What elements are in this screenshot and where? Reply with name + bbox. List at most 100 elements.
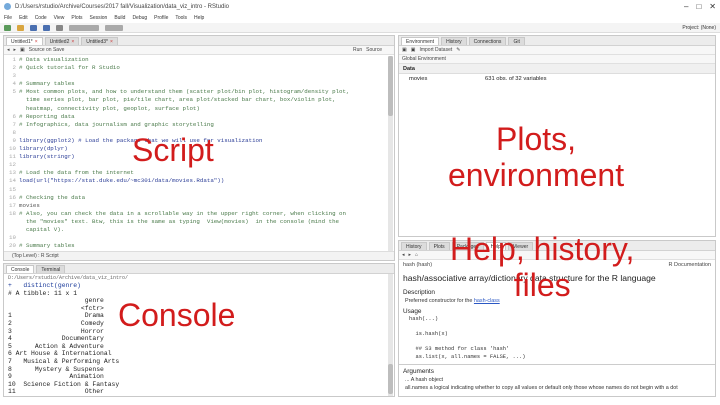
go-to-file-icon[interactable] — [69, 24, 99, 31]
maximize-button[interactable]: □ — [696, 2, 701, 11]
code-text[interactable]: # Load the data from the internet — [19, 169, 134, 177]
addins-icon[interactable] — [105, 24, 123, 31]
code-text[interactable]: # Infographics, data journalism and grap… — [19, 121, 214, 129]
code-text[interactable]: movies — [19, 202, 40, 210]
code-line[interactable]: 5 # Most common plots, and how to underst… — [4, 88, 394, 96]
code-text[interactable]: heatmap, connectivity plot, geoplot, sur… — [19, 105, 200, 113]
env-row-name[interactable]: movies — [403, 76, 485, 82]
menu-profile[interactable]: Profile — [154, 15, 168, 21]
line-number: 5 — [12, 88, 16, 96]
code-text[interactable]: # Reporting data — [19, 113, 75, 121]
console-scrollbar[interactable] — [388, 274, 393, 396]
overlay-label-plots: Plots, environment — [448, 121, 625, 193]
source-on-save-checkbox[interactable]: Source on Save — [29, 47, 65, 53]
code-text[interactable]: load(url("https://stat.duke.edu/~mc301/d… — [19, 177, 224, 185]
tab-environment[interactable]: Environment — [401, 37, 440, 45]
new-file-icon[interactable] — [4, 24, 11, 31]
menu-tools[interactable]: Tools — [175, 15, 187, 21]
code-line[interactable]: 1 # Data visualization — [4, 56, 394, 64]
code-line[interactable]: 7 # Infographics, data journalism and gra… — [4, 121, 394, 129]
minimize-button[interactable]: – — [684, 2, 688, 11]
code-line[interactable]: heatmap, connectivity plot, geoplot, sur… — [4, 105, 394, 113]
code-text[interactable]: # Summary tables — [19, 242, 75, 250]
source-button[interactable]: Source — [366, 47, 382, 53]
close-tab-icon[interactable]: × — [71, 39, 74, 45]
line-number: 18 — [9, 209, 16, 217]
save-workspace-icon[interactable]: ▣ — [411, 47, 416, 53]
code-text[interactable]: # Data visualization — [19, 56, 89, 64]
help-forward-icon[interactable]: ▸ — [409, 252, 412, 258]
code-text[interactable]: time series plot, bar plot, pie/tile cha… — [19, 96, 336, 104]
code-line[interactable]: 20 # Summary tables — [4, 242, 394, 250]
code-line[interactable]: 19 — [4, 234, 394, 242]
tab-plots[interactable]: Plots — [428, 242, 450, 250]
project-menu[interactable]: Project: (None) — [682, 25, 716, 31]
menu-code[interactable]: Code — [35, 15, 47, 21]
tab-untitled2[interactable]: Untitled2 × — [44, 37, 80, 45]
help-usage-code: hash(...) is.hash(x) ## S3 method for cl… — [409, 316, 526, 360]
code-line[interactable]: 3 — [4, 72, 394, 80]
menu-session[interactable]: Session — [90, 15, 108, 21]
broom-icon[interactable]: ✎ — [456, 47, 460, 53]
menu-plots[interactable]: Plots — [71, 15, 82, 21]
tab-git[interactable]: Git — [508, 37, 525, 45]
code-line[interactable]: 18 # Also, you can check the data in a sc… — [4, 210, 394, 218]
env-tab-bar: Environment History Connections Git — [399, 36, 715, 46]
code-text[interactable]: # Quick tutorial for R Studio — [19, 64, 120, 72]
title-bar: D:/Users/rstudio/Archive/Courses/2017 fa… — [0, 0, 720, 13]
code-line[interactable]: 13 # Load the data from the internet — [4, 169, 394, 177]
menu-help[interactable]: Help — [194, 15, 204, 21]
tab-connections[interactable]: Connections — [468, 37, 507, 45]
code-line[interactable]: 6 # Reporting data — [4, 113, 394, 121]
tab-history[interactable]: History — [441, 37, 467, 45]
tab-terminal[interactable]: Terminal — [36, 265, 66, 273]
run-button[interactable]: Run — [353, 47, 362, 53]
code-text[interactable]: # Most common plots, and how to understa… — [19, 88, 349, 96]
code-line[interactable]: 14 load(url("https://stat.duke.edu/~mc301… — [4, 177, 394, 185]
script-scrollbar[interactable] — [388, 56, 393, 251]
import-dataset-button[interactable]: Import Dataset — [419, 47, 452, 53]
code-text[interactable]: # Summary tables — [19, 80, 75, 88]
code-text[interactable]: # Checking the data — [19, 194, 85, 202]
code-text[interactable]: capital V). — [19, 226, 64, 234]
back-arrow-icon[interactable]: ◂ — [7, 47, 10, 53]
open-file-icon[interactable] — [17, 24, 24, 31]
code-line[interactable]: the "movies" text. Btw, this is the same… — [4, 218, 394, 226]
code-line[interactable]: 4 # Summary tables — [4, 80, 394, 88]
global-environment-select[interactable]: Global Environment — [402, 56, 446, 62]
print-icon[interactable] — [56, 24, 63, 31]
menu-debug[interactable]: Debug — [132, 15, 147, 21]
code-line[interactable]: time series plot, bar plot, pie/tile cha… — [4, 96, 394, 104]
code-line[interactable]: 17 movies — [4, 202, 394, 210]
code-text[interactable]: the "movies" text. Btw, this is the same… — [19, 218, 339, 226]
env-row-movies[interactable]: movies 631 obs. of 32 variables — [399, 74, 715, 84]
code-text[interactable]: library(dplyr) — [19, 145, 68, 153]
menu-build[interactable]: Build — [114, 15, 125, 21]
help-home-icon[interactable]: ⌂ — [415, 252, 418, 258]
help-back-icon[interactable]: ◂ — [402, 252, 405, 258]
tab-untitled3[interactable]: Untitled3* × — [81, 37, 118, 45]
line-number: 13 — [9, 169, 16, 177]
save-all-icon[interactable] — [43, 24, 50, 31]
code-text[interactable]: library(stringr) — [19, 153, 75, 161]
code-line[interactable]: 15 — [4, 186, 394, 194]
tab-untitled1[interactable]: Untitled1* × — [6, 37, 43, 45]
code-text[interactable]: # Also, you can check the data in a scro… — [19, 210, 346, 218]
code-line[interactable]: 16 # Checking the data — [4, 194, 394, 202]
save-icon[interactable] — [30, 24, 37, 31]
code-line[interactable]: capital V). — [4, 226, 394, 234]
line-number: 3 — [12, 72, 16, 80]
close-window-button[interactable]: ✕ — [709, 2, 716, 11]
tab-files[interactable]: History — [401, 242, 427, 250]
env-toolbar: ▣ ▣ Import Dataset ✎ — [399, 46, 715, 55]
close-tab-icon[interactable]: × — [110, 39, 113, 45]
close-tab-icon[interactable]: × — [35, 39, 38, 45]
tab-console[interactable]: Console — [6, 265, 35, 273]
menu-edit[interactable]: Edit — [19, 15, 28, 21]
forward-arrow-icon[interactable]: ▸ — [14, 47, 17, 53]
load-workspace-icon[interactable]: ▣ — [402, 47, 407, 53]
menu-view[interactable]: View — [54, 15, 65, 21]
code-line[interactable]: 2 # Quick tutorial for R Studio — [4, 64, 394, 72]
save-script-icon[interactable]: ▣ — [20, 47, 25, 53]
menu-file[interactable]: File — [4, 15, 12, 21]
